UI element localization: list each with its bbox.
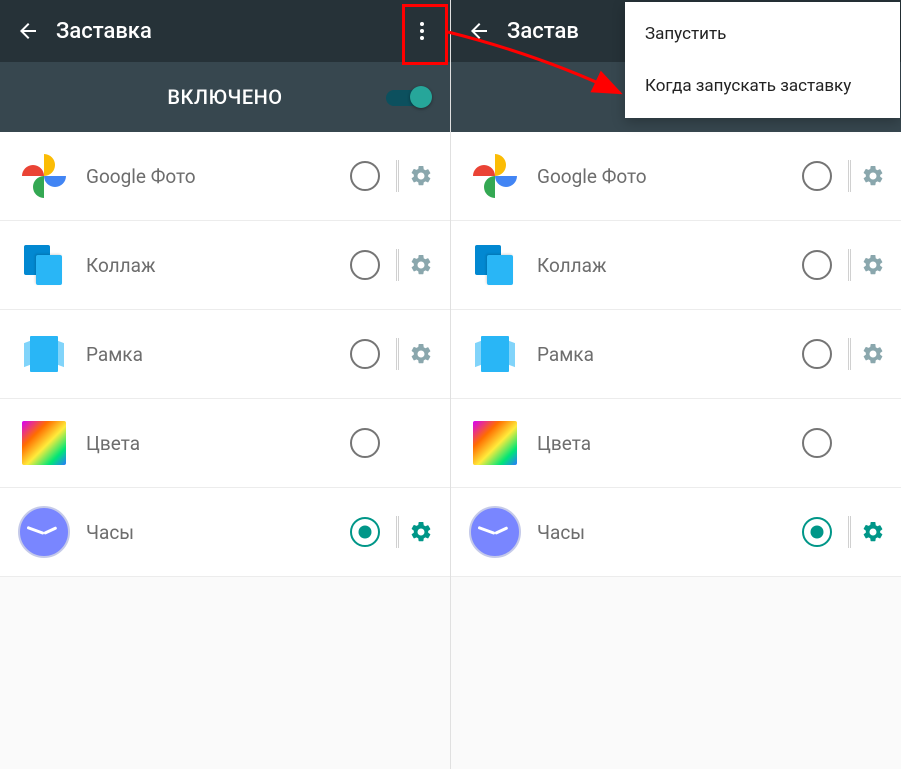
frame-icon: [22, 332, 66, 376]
gear-icon: [409, 342, 433, 366]
popup-item-start[interactable]: Запустить: [625, 8, 900, 60]
colors-icon: [22, 421, 66, 465]
list-item[interactable]: Часы: [451, 488, 901, 577]
back-arrow-icon: [467, 19, 491, 43]
screen-title: Заставка: [56, 19, 394, 44]
settings-gear-button[interactable]: [860, 341, 886, 367]
list-item-label: Часы: [537, 521, 802, 544]
colors-icon: [473, 421, 517, 465]
radio-button[interactable]: [802, 517, 832, 547]
gear-icon: [409, 164, 433, 188]
gear-icon: [409, 253, 433, 277]
popup-item-when[interactable]: Когда запускать заставку: [625, 60, 900, 112]
settings-gear-button[interactable]: [860, 252, 886, 278]
settings-gear-button[interactable]: [408, 163, 434, 189]
vertical-separator: [848, 249, 850, 281]
radio-button[interactable]: [802, 250, 832, 280]
settings-gear-button[interactable]: [860, 163, 886, 189]
screen-right: Застав ВКЛ Google ФотоКоллажРамкаЦветаЧа…: [450, 0, 901, 769]
list-item-label: Цвета: [537, 432, 802, 455]
clock-icon: [469, 506, 521, 558]
vertical-separator: [848, 338, 850, 370]
settings-gear-button[interactable]: [408, 519, 434, 545]
back-arrow-icon: [16, 19, 40, 43]
list-item[interactable]: Google Фото: [0, 132, 450, 221]
screensaver-list: Google Фото Коллаж Рамка Цвета Часы: [0, 132, 450, 577]
overflow-menu-button[interactable]: [394, 0, 450, 62]
master-toggle-switch[interactable]: [386, 84, 432, 110]
back-button[interactable]: [451, 0, 507, 62]
collage-icon: [473, 243, 517, 287]
radio-button[interactable]: [802, 428, 832, 458]
vertical-separator: [396, 160, 398, 192]
list-item[interactable]: Цвета: [0, 399, 450, 488]
master-toggle-label: ВКЛЮЧЕНО: [0, 85, 450, 109]
radio-button[interactable]: [802, 339, 832, 369]
gear-icon: [861, 520, 885, 544]
settings-gear-button[interactable]: [408, 341, 434, 367]
radio-button[interactable]: [350, 339, 380, 369]
vertical-separator: [848, 160, 850, 192]
screen-left: Заставка ВКЛЮЧЕНО Google Фото Коллаж Рамка…: [0, 0, 450, 769]
clock-icon: [18, 506, 70, 558]
list-item-label: Коллаж: [86, 254, 350, 277]
list-item[interactable]: Цвета: [451, 399, 901, 488]
gear-icon: [861, 253, 885, 277]
list-item[interactable]: Рамка: [451, 310, 901, 399]
list-item[interactable]: Google Фото: [451, 132, 901, 221]
list-item-label: Часы: [86, 521, 350, 544]
screensaver-list: Google Фото Коллаж Рамка Цвета Часы: [451, 132, 901, 577]
google-photos-icon: [22, 154, 66, 198]
vertical-separator: [396, 338, 398, 370]
list-item-label: Коллаж: [537, 254, 802, 277]
settings-gear-button[interactable]: [408, 252, 434, 278]
list-item[interactable]: Рамка: [0, 310, 450, 399]
back-button[interactable]: [0, 0, 56, 62]
radio-button[interactable]: [350, 517, 380, 547]
more-vert-icon: [410, 19, 434, 43]
list-item-label: Рамка: [86, 343, 350, 366]
list-item[interactable]: Коллаж: [451, 221, 901, 310]
overflow-popup: Запустить Когда запускать заставку: [625, 2, 900, 118]
list-item[interactable]: Часы: [0, 488, 450, 577]
list-item[interactable]: Коллаж: [0, 221, 450, 310]
radio-button[interactable]: [350, 250, 380, 280]
collage-icon: [22, 243, 66, 287]
radio-button[interactable]: [350, 161, 380, 191]
list-item-label: Google Фото: [537, 165, 802, 188]
google-photos-icon: [473, 154, 517, 198]
list-item-label: Google Фото: [86, 165, 350, 188]
vertical-separator: [396, 516, 398, 548]
frame-icon: [473, 332, 517, 376]
list-item-label: Рамка: [537, 343, 802, 366]
gear-icon: [861, 164, 885, 188]
radio-button[interactable]: [350, 428, 380, 458]
vertical-separator: [396, 249, 398, 281]
settings-gear-button[interactable]: [860, 519, 886, 545]
radio-button[interactable]: [802, 161, 832, 191]
gear-icon: [409, 520, 433, 544]
master-toggle-bar: ВКЛЮЧЕНО: [0, 62, 450, 132]
gear-icon: [861, 342, 885, 366]
list-item-label: Цвета: [86, 432, 350, 455]
vertical-separator: [848, 516, 850, 548]
appbar: Заставка: [0, 0, 450, 62]
